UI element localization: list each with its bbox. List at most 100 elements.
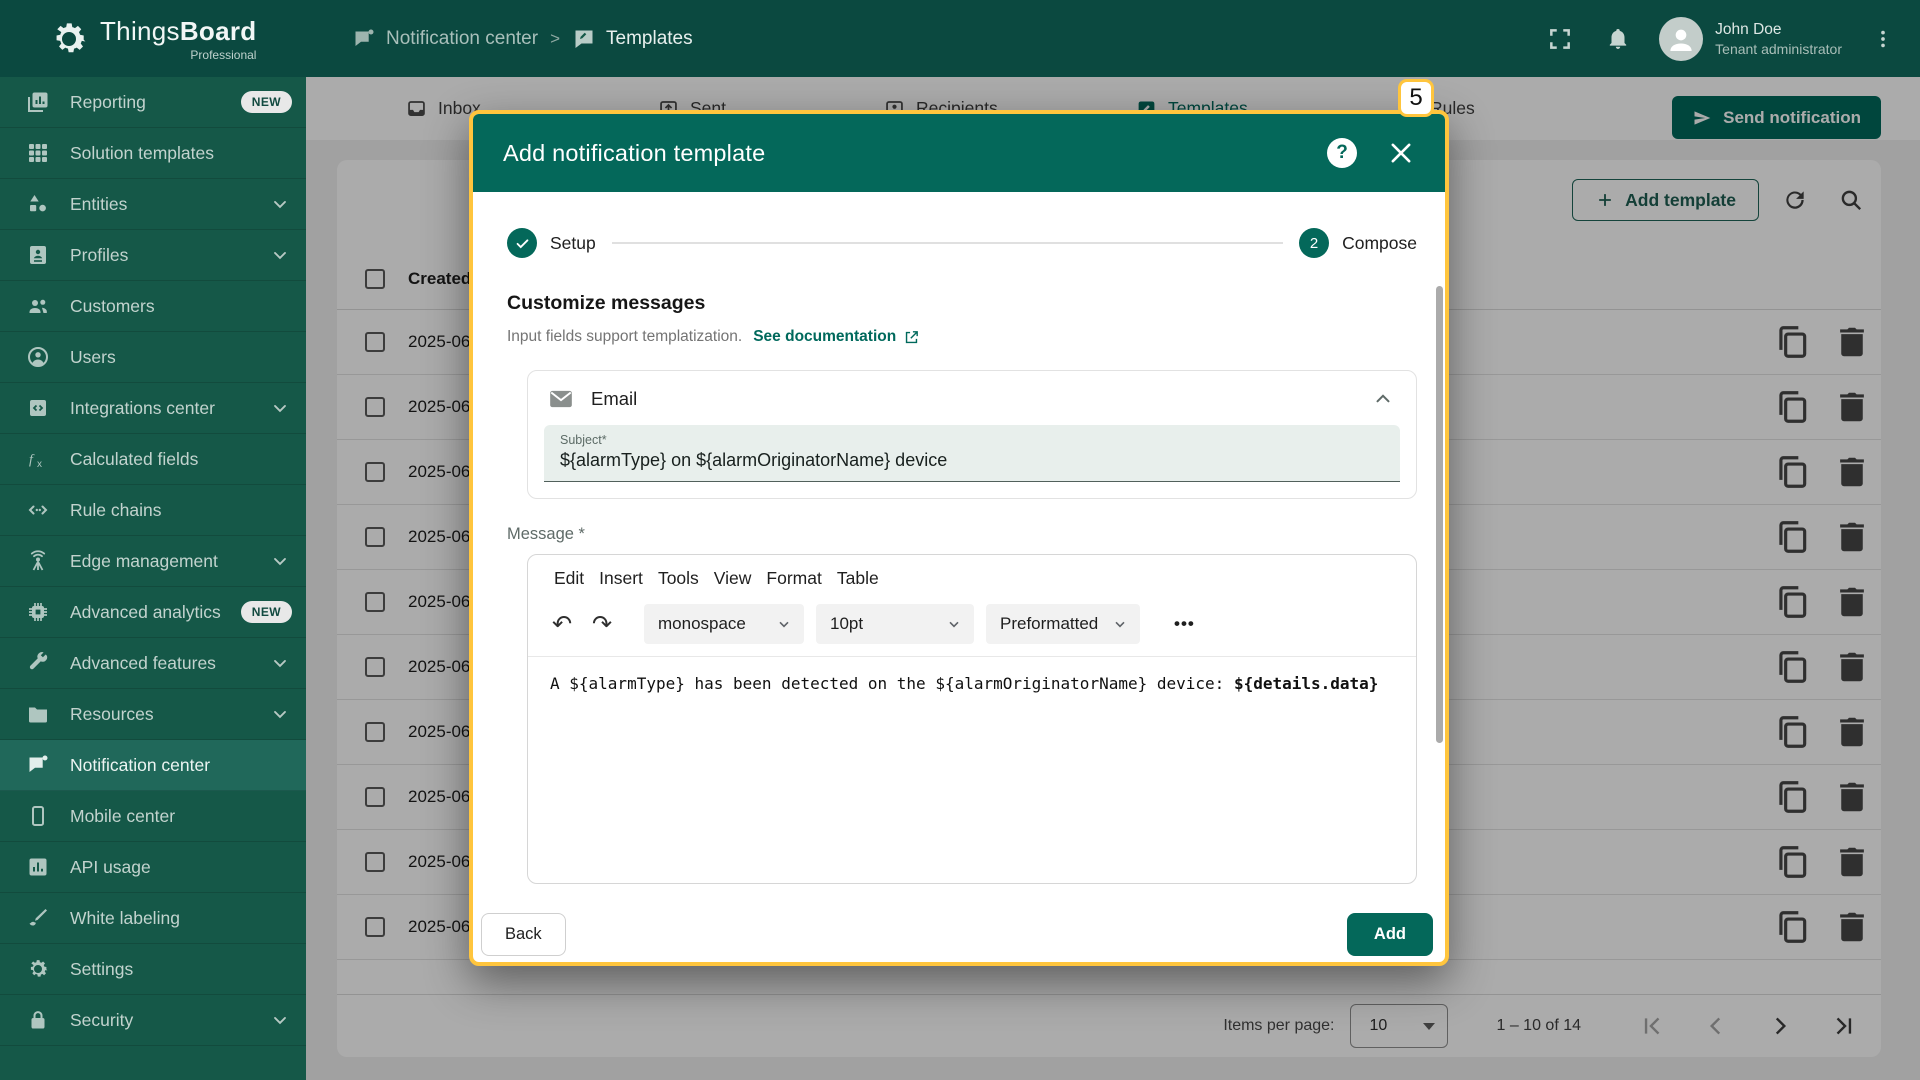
notification-flag-icon <box>352 27 376 51</box>
font-size-select[interactable]: 10pt <box>816 604 974 644</box>
new-badge: NEW <box>240 91 292 113</box>
dialog-body: Setup 2 Compose Customize messages Input… <box>473 192 1445 962</box>
editor-menu-insert[interactable]: Insert <box>599 568 643 589</box>
sidebar-item-notification-center[interactable]: Notification center <box>0 740 306 791</box>
editor-menu-view[interactable]: View <box>714 568 752 589</box>
security-icon <box>26 1008 50 1032</box>
font-family-select[interactable]: monospace <box>644 604 804 644</box>
message-label: Message * <box>507 525 585 543</box>
breadcrumb-separator: > <box>550 28 561 48</box>
templates-bubble-icon <box>572 27 596 51</box>
chevron-down-icon <box>270 194 290 214</box>
advanced-analytics-icon <box>26 600 50 624</box>
settings-icon <box>26 957 50 981</box>
chevron-down-icon <box>270 1010 290 1030</box>
sidebar-item-calculated-fields[interactable]: fx Calculated fields <box>0 434 306 485</box>
subject-field[interactable]: Subject* ${alarmType} on ${alarmOriginat… <box>544 425 1400 482</box>
chevron-down-icon <box>270 398 290 418</box>
sidebar-item-customers[interactable]: Customers <box>0 281 306 332</box>
editor-menu-table[interactable]: Table <box>837 568 879 589</box>
sidebar-item-integrations-center[interactable]: Integrations center <box>0 383 306 434</box>
templatization-caption: Input fields support templatization. <box>507 328 743 345</box>
fullscreen-button[interactable] <box>1543 22 1577 56</box>
message-body[interactable]: A ${alarmType} has been detected on the … <box>528 657 1416 693</box>
see-documentation-link[interactable]: See documentation <box>753 328 920 346</box>
notification-center-icon <box>26 753 50 777</box>
svg-text:f: f <box>29 453 35 468</box>
solution-templates-icon <box>26 141 50 165</box>
subject-label: Subject* <box>560 433 607 447</box>
editor-menu-tools[interactable]: Tools <box>658 568 699 589</box>
sidebar-item-resources[interactable]: Resources <box>0 689 306 740</box>
sidebar-item-entities[interactable]: Entities <box>0 179 306 230</box>
thingsboard-logo[interactable]: ThingsBoard Professional <box>48 0 256 77</box>
sidebar-item-mobile-center[interactable]: Mobile center <box>0 791 306 842</box>
editor-menu-edit[interactable]: Edit <box>554 568 584 589</box>
section-title: Customize messages <box>507 292 706 314</box>
breadcrumb-notification-center[interactable]: Notification center <box>352 27 538 51</box>
sidebar-item-advanced-features[interactable]: Advanced features <box>0 638 306 689</box>
undo-icon[interactable]: ↶ <box>542 604 582 644</box>
advanced-features-icon <box>26 651 50 675</box>
logo-title: ThingsBoard <box>100 15 257 46</box>
calculated-fields-icon: fx <box>26 447 50 471</box>
notifications-bell-button[interactable] <box>1601 22 1635 56</box>
chevron-down-icon <box>776 616 792 632</box>
step-compose-number: 2 <box>1299 228 1330 258</box>
add-button[interactable]: Add <box>1346 913 1433 956</box>
entities-icon <box>26 192 50 216</box>
sidebar-item-users[interactable]: Users <box>0 332 306 383</box>
breadcrumb: Notification center > Templates <box>352 0 693 77</box>
envelope-icon <box>548 386 574 412</box>
subject-value: ${alarmType} on ${alarmOriginatorName} d… <box>560 450 948 470</box>
sidebar-item-security[interactable]: Security <box>0 995 306 1046</box>
editor-toolbar: ↶ ↷ monospace 10pt Preformatted ••• <box>528 598 1416 656</box>
sidebar-item-solution-templates[interactable]: Solution templates <box>0 128 306 179</box>
avatar <box>1659 16 1704 61</box>
chevron-down-icon <box>270 653 290 673</box>
help-button[interactable]: ? <box>1327 138 1357 168</box>
user-role: Tenant administrator <box>1715 40 1842 57</box>
sidebar-item-advanced-analytics[interactable]: Advanced analytics NEW <box>0 587 306 638</box>
sidebar-item-edge-management[interactable]: Edge management <box>0 536 306 587</box>
sidebar-item-white-labeling[interactable]: White labeling <box>0 893 306 944</box>
mobile-center-icon <box>26 804 50 828</box>
reporting-icon <box>26 90 50 114</box>
user-menu[interactable]: John Doe Tenant administrator <box>1659 16 1842 61</box>
profiles-icon <box>26 243 50 267</box>
sidebar-item-settings[interactable]: Settings <box>0 944 306 995</box>
more-menu-button[interactable] <box>1866 22 1900 56</box>
check-icon <box>514 235 531 252</box>
step-setup-check <box>507 228 537 258</box>
dialog-scrollbar[interactable] <box>1436 286 1443 743</box>
white-labeling-icon <box>26 906 50 930</box>
sidebar-item-reporting[interactable]: Reporting NEW <box>0 77 306 128</box>
external-link-icon <box>903 329 920 346</box>
editor-menu-format[interactable]: Format <box>766 568 821 589</box>
sidebar-item-api-usage[interactable]: API usage <box>0 842 306 893</box>
breadcrumb-templates[interactable]: Templates <box>572 27 693 51</box>
rule-chains-icon <box>26 498 50 522</box>
app-root: ThingsBoard Professional Notification ce… <box>0 0 1920 1080</box>
stepper-connector <box>611 242 1284 244</box>
close-icon[interactable] <box>1387 139 1415 167</box>
step-compose[interactable]: 2 Compose <box>1299 228 1417 258</box>
annotation-badge-5: 5 <box>1398 79 1434 117</box>
sidebar-item-rule-chains[interactable]: Rule chains <box>0 485 306 536</box>
more-toolbar-button[interactable]: ••• <box>1174 614 1195 634</box>
sidebar-item-profiles[interactable]: Profiles <box>0 230 306 281</box>
step-setup[interactable]: Setup <box>507 228 596 258</box>
dialog-title: Add notification template <box>503 139 766 166</box>
api-usage-icon <box>26 855 50 879</box>
logo-subtitle: Professional <box>190 47 257 62</box>
user-name: John Doe <box>1715 20 1782 38</box>
add-notification-template-dialog: Add notification template ? Setup 2 Comp… <box>469 110 1449 966</box>
redo-icon[interactable]: ↷ <box>582 604 622 644</box>
svg-text:x: x <box>37 459 42 470</box>
collapse-panel-button[interactable] <box>1372 388 1394 410</box>
more-vert-icon <box>1872 28 1894 50</box>
chevron-down-icon <box>270 704 290 724</box>
back-button[interactable]: Back <box>481 913 566 956</box>
chevron-down-icon <box>270 245 290 265</box>
block-format-select[interactable]: Preformatted <box>986 604 1140 644</box>
